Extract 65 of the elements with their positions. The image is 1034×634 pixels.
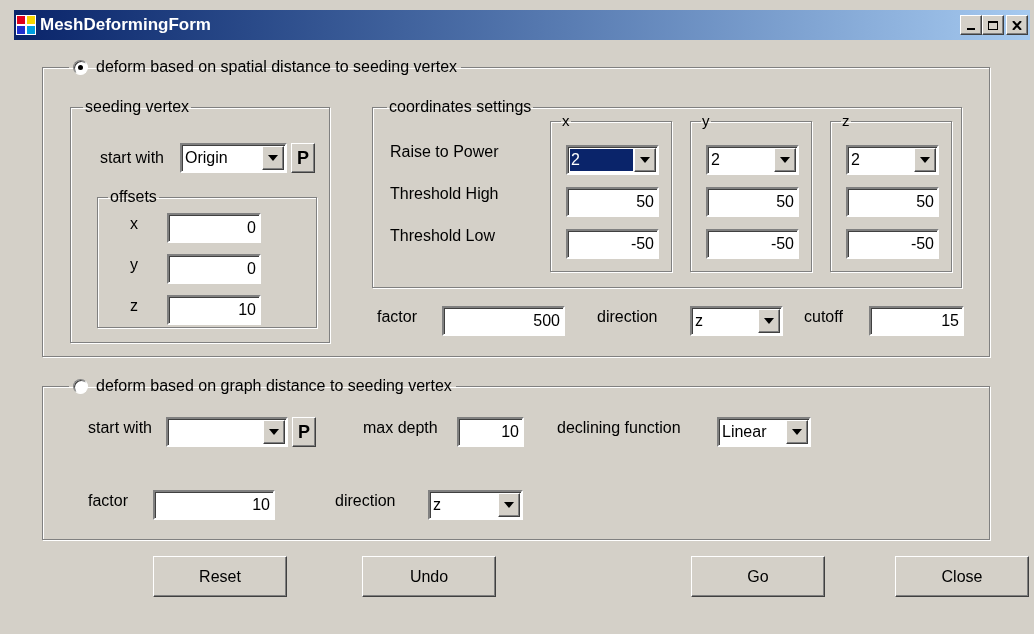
field-label: x (129, 214, 139, 234)
field-label: y (129, 255, 139, 275)
dialog-button[interactable]: Undo (362, 556, 496, 597)
caret-icon (920, 157, 930, 163)
field-label: declining function (557, 418, 682, 438)
field-label: factor (88, 491, 129, 511)
direction-dropdown[interactable]: z (690, 306, 783, 336)
field-label: max depth (363, 418, 439, 438)
power-dropdown[interactable]: 2 (706, 145, 799, 175)
factor-field[interactable]: 500 (442, 306, 565, 336)
threshold-field[interactable]: -50 (566, 229, 659, 259)
group-title: seeding vertex (85, 98, 190, 115)
threshold-field[interactable]: 50 (706, 187, 799, 217)
declining-function-dropdown[interactable]: Linear (717, 417, 811, 447)
field-label: Threshold High (390, 184, 500, 204)
threshold-field[interactable]: -50 (706, 229, 799, 259)
dialog-button[interactable]: Go (691, 556, 825, 597)
app-icon (16, 15, 36, 35)
minimize-button[interactable] (960, 15, 982, 35)
power-dropdown[interactable]: 2 (566, 145, 659, 175)
group-title: y (702, 112, 710, 129)
caret-icon (780, 157, 790, 163)
start-vertex-dropdown[interactable]: Origin (180, 143, 287, 173)
threshold-field[interactable]: 50 (846, 187, 939, 217)
threshold-field[interactable]: 50 (566, 187, 659, 217)
offset-field[interactable]: 10 (167, 295, 261, 325)
field-label: z (129, 296, 139, 316)
option-label: deform based on spatial distance to seeding vertex (96, 57, 458, 77)
close-icon (1012, 20, 1022, 30)
caret-icon (764, 318, 774, 324)
cutoff-field[interactable]: 15 (869, 306, 964, 336)
offset-field[interactable]: 0 (167, 254, 261, 284)
field-label: factor (377, 307, 418, 327)
caret-icon (640, 157, 650, 163)
max-depth-field[interactable]: 10 (457, 417, 524, 447)
radio-button[interactable] (73, 59, 88, 75)
offset-field[interactable]: 0 (167, 213, 261, 243)
direction-dropdown[interactable]: z (428, 490, 523, 520)
maximize-button[interactable] (982, 15, 1004, 35)
field-label: Raise to Power (390, 142, 500, 162)
caret-icon (268, 155, 278, 161)
option-label: deform based on graph distance to seeding vertex (96, 376, 452, 396)
group-title: z (842, 112, 850, 129)
field-label: Threshold Low (390, 226, 496, 246)
close-button[interactable] (1006, 15, 1028, 35)
caret-icon (504, 502, 514, 508)
start-vertex-dropdown[interactable] (166, 417, 288, 447)
caret-icon (792, 429, 802, 435)
factor-field[interactable]: 10 (153, 490, 275, 520)
group-title: x (562, 112, 570, 129)
field-label: start with (88, 418, 153, 438)
power-dropdown[interactable]: 2 (846, 145, 939, 175)
dialog-button[interactable]: Reset (153, 556, 287, 597)
field-label: direction (597, 307, 659, 327)
dialog-button[interactable]: Close (895, 556, 1029, 597)
field-label: start with (100, 148, 165, 168)
field-label: cutoff (804, 307, 844, 327)
caret-icon (269, 429, 279, 435)
pick-button[interactable]: P (292, 417, 316, 447)
threshold-field[interactable]: -50 (846, 229, 939, 259)
group-title: coordinates settings (389, 98, 532, 115)
window-title: MeshDeformingForm (40, 14, 212, 37)
field-label: direction (335, 491, 397, 511)
pick-button[interactable]: P (291, 143, 315, 173)
group-title: offsets (110, 188, 157, 205)
